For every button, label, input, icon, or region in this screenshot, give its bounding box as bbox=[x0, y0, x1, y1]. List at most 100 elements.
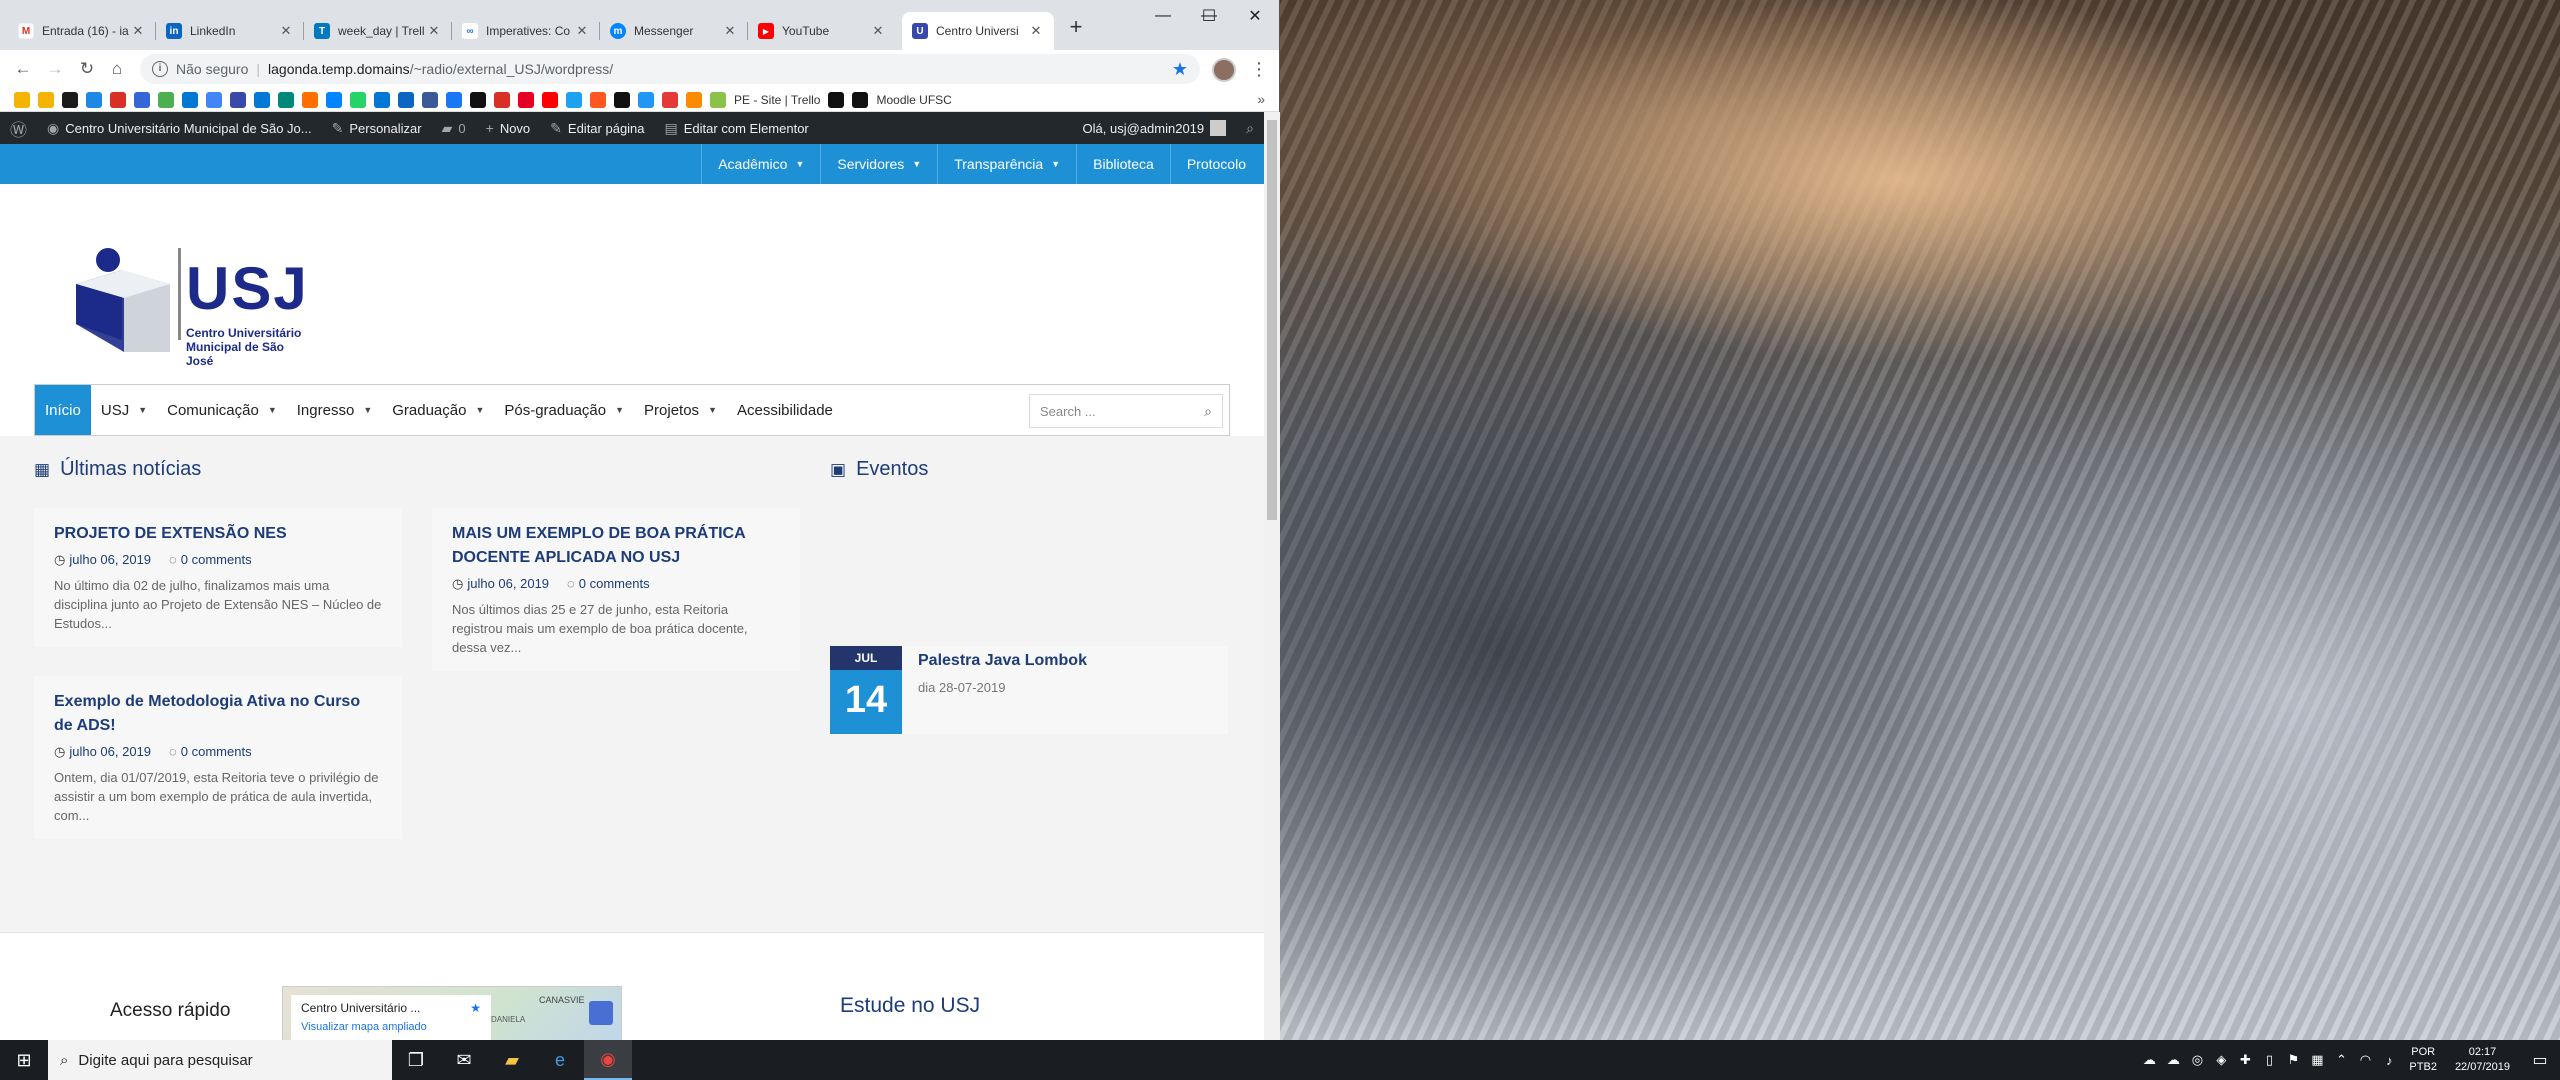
news-date[interactable]: ◷ julho 06, 2019 bbox=[54, 552, 151, 568]
close-icon[interactable]: ✕ bbox=[870, 23, 886, 39]
bookmark-icon[interactable] bbox=[158, 91, 174, 108]
chrome-icon[interactable]: ◉ bbox=[584, 1040, 632, 1080]
bookmark-icon[interactable] bbox=[710, 91, 726, 108]
bookmark-icon[interactable] bbox=[230, 91, 246, 108]
close-icon[interactable]: ✕ bbox=[722, 23, 738, 39]
close-icon[interactable]: ✕ bbox=[426, 23, 442, 39]
bookmark-item[interactable]: Moodle UFSC bbox=[876, 93, 951, 107]
tab-youtube[interactable]: ▶ YouTube ✕ bbox=[748, 12, 896, 50]
main-nav-item[interactable]: Início bbox=[35, 385, 91, 435]
network-icon[interactable]: ▦ bbox=[2305, 1052, 2329, 1068]
tab-linkedin[interactable]: in LinkedIn ✕ bbox=[156, 12, 304, 50]
top-menu-item[interactable]: Transparência ▼ bbox=[937, 144, 1076, 184]
mail-icon[interactable]: ✉ bbox=[440, 1040, 488, 1080]
main-nav-item[interactable]: Acessibilidade bbox=[727, 385, 843, 435]
news-card-title[interactable]: Exemplo de Metodologia Ativa no Curso de… bbox=[54, 690, 382, 738]
news-card-title[interactable]: PROJETO DE EXTENSÃO NES bbox=[54, 522, 382, 546]
bookmark-icon[interactable] bbox=[206, 91, 222, 108]
bookmark-icon[interactable] bbox=[38, 91, 54, 108]
close-icon[interactable]: ✕ bbox=[1028, 23, 1044, 39]
wordpress-logo-icon[interactable]: Ⓦ bbox=[0, 112, 37, 144]
bookmark-icon[interactable] bbox=[494, 91, 510, 108]
bookmark-icon[interactable] bbox=[374, 91, 390, 108]
bookmark-icon[interactable] bbox=[302, 91, 318, 108]
bookmark-icon[interactable] bbox=[518, 91, 534, 108]
news-comments[interactable]: ◌ 0 comments bbox=[169, 552, 252, 568]
bookmark-icon[interactable] bbox=[590, 91, 606, 108]
bookmark-icon[interactable] bbox=[86, 91, 102, 108]
profile-avatar[interactable] bbox=[1212, 58, 1236, 82]
main-nav-item[interactable]: Comunicação ▼ bbox=[157, 385, 287, 435]
forward-button[interactable]: → bbox=[44, 58, 66, 80]
cloud-icon[interactable]: ☁ bbox=[2161, 1052, 2185, 1068]
bookmark-item[interactable]: PE - Site | Trello bbox=[734, 93, 820, 107]
search-icon[interactable]: ⌕ bbox=[1204, 403, 1212, 420]
scrollbar-thumb[interactable] bbox=[1267, 120, 1277, 520]
bookmark-icon[interactable] bbox=[398, 91, 414, 108]
minimize-icon[interactable]: — bbox=[1140, 0, 1186, 32]
bookmark-icon[interactable] bbox=[446, 91, 462, 108]
map-link[interactable]: Visualizar mapa ampliado bbox=[301, 1021, 481, 1033]
main-nav-item[interactable]: Graduação ▼ bbox=[382, 385, 494, 435]
bookmark-icon[interactable] bbox=[182, 91, 198, 108]
wp-edit-page[interactable]: ✎ Editar página bbox=[540, 112, 654, 144]
close-icon[interactable]: ✕ bbox=[574, 23, 590, 39]
usj-logo[interactable]: USJ Centro Universitário Municipal de Sã… bbox=[74, 240, 307, 368]
tab-trello[interactable]: T week_day | Trell ✕ bbox=[304, 12, 452, 50]
volume-icon[interactable]: ♪ bbox=[2377, 1053, 2401, 1068]
tab-gmail[interactable]: M Entrada (16) - ia ✕ bbox=[8, 12, 156, 50]
maximize-icon[interactable]: ☐ bbox=[1186, 0, 1232, 32]
bookmark-icon[interactable] bbox=[566, 91, 582, 108]
edge-icon[interactable]: e bbox=[536, 1040, 584, 1080]
tab-imperatives[interactable]: ∞ Imperatives: Co ✕ bbox=[452, 12, 600, 50]
windows-start-icon[interactable]: ⊞ bbox=[0, 1040, 48, 1080]
wifi-icon[interactable]: ◠ bbox=[2353, 1052, 2377, 1068]
news-date[interactable]: ◷ julho 06, 2019 bbox=[54, 744, 151, 760]
news-card-title[interactable]: MAIS UM EXEMPLO DE BOA PRÁTICA DOCENTE A… bbox=[452, 522, 780, 570]
tab-centro-universitario[interactable]: U Centro Universi ✕ bbox=[902, 12, 1054, 50]
clock[interactable]: 02:17 22/07/2019 bbox=[2455, 1045, 2510, 1075]
notifications-icon[interactable]: ▭ bbox=[2520, 1050, 2560, 1070]
new-tab-button[interactable]: + bbox=[1064, 14, 1088, 40]
event-title[interactable]: Palestra Java Lombok bbox=[918, 652, 1087, 670]
news-comments[interactable]: ◌ 0 comments bbox=[567, 576, 650, 592]
address-bar[interactable]: i Não seguro | lagonda.temp.domains /~ra… bbox=[140, 54, 1200, 84]
close-window-icon[interactable]: ✕ bbox=[1232, 0, 1278, 32]
wp-comments[interactable]: ▰ 0 bbox=[432, 112, 476, 144]
steam-icon[interactable]: ◎ bbox=[2185, 1052, 2209, 1068]
wp-customize[interactable]: ✎ Personalizar bbox=[322, 112, 432, 144]
news-date[interactable]: ◷ julho 06, 2019 bbox=[452, 576, 549, 592]
top-menu-item[interactable]: Acadêmico ▼ bbox=[701, 144, 820, 184]
wp-elementor[interactable]: ▤ Editar com Elementor bbox=[655, 112, 819, 144]
wp-site-name[interactable]: ◉ Centro Universitário Municipal de São J… bbox=[37, 112, 322, 144]
main-nav-item[interactable]: Ingresso ▼ bbox=[287, 385, 382, 435]
close-icon[interactable]: ✕ bbox=[278, 23, 294, 39]
security-icon[interactable]: ⚑ bbox=[2281, 1052, 2305, 1068]
bookmark-icon[interactable] bbox=[614, 91, 630, 108]
bookmark-icon[interactable] bbox=[14, 91, 30, 108]
taskbar-search-input[interactable]: ⌕ Digite aqui para pesquisar bbox=[48, 1040, 392, 1080]
wp-search-icon[interactable]: ⌕ bbox=[1236, 112, 1264, 144]
top-menu-item[interactable]: Servidores ▼ bbox=[820, 144, 937, 184]
app-tray-icon[interactable]: ◈ bbox=[2209, 1052, 2233, 1068]
reload-button[interactable]: ↻ bbox=[76, 58, 98, 80]
more-bookmarks-icon[interactable]: » bbox=[1257, 91, 1265, 107]
chrome-menu-icon[interactable]: ⋮ bbox=[1250, 58, 1268, 80]
tab-messenger[interactable]: m Messenger ✕ bbox=[600, 12, 748, 50]
bookmark-icon[interactable] bbox=[422, 91, 438, 108]
main-nav-item[interactable]: Pós-graduação ▼ bbox=[494, 385, 634, 435]
bookmark-icon[interactable] bbox=[470, 91, 486, 108]
bookmark-icon[interactable] bbox=[110, 91, 126, 108]
event-item[interactable]: JUL 14 Palestra Java Lombok dia 28-07-20… bbox=[830, 646, 1228, 734]
wp-new[interactable]: + Novo bbox=[476, 112, 541, 144]
bookmark-icon[interactable] bbox=[542, 91, 558, 108]
task-view-icon[interactable]: ❐ bbox=[392, 1040, 440, 1080]
chevron-up-icon[interactable]: ⌃ bbox=[2329, 1052, 2353, 1068]
info-icon[interactable]: i bbox=[152, 61, 168, 77]
main-nav-item[interactable]: Projetos ▼ bbox=[634, 385, 727, 435]
news-comments[interactable]: ◌ 0 comments bbox=[169, 744, 252, 760]
onedrive-icon[interactable]: ☁ bbox=[2137, 1052, 2161, 1068]
home-button[interactable]: ⌂ bbox=[106, 58, 128, 80]
bookmark-icon[interactable] bbox=[686, 91, 702, 108]
search-input[interactable]: Search ... ⌕ bbox=[1029, 394, 1223, 428]
